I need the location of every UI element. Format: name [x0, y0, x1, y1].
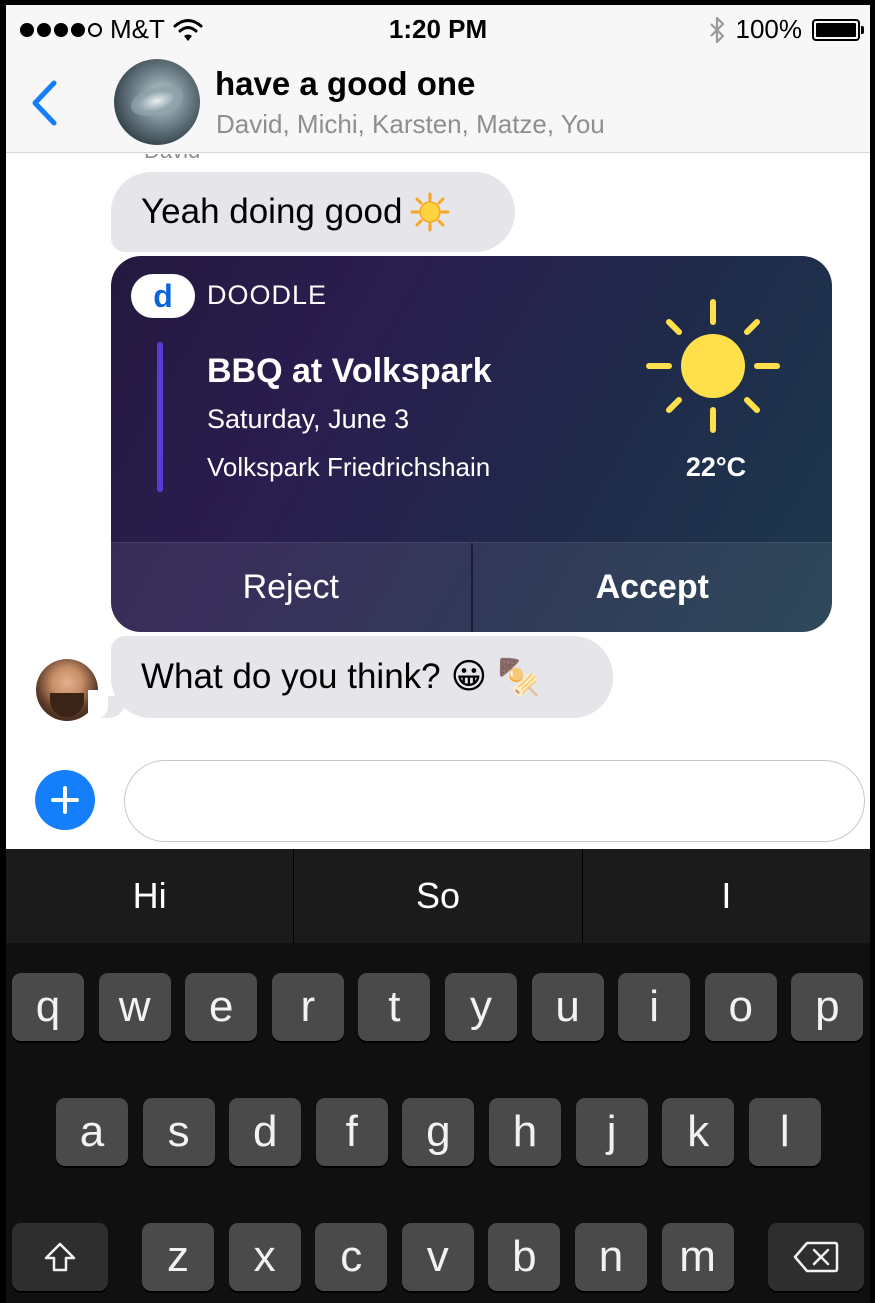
key-x[interactable]: x: [228, 1223, 301, 1291]
doodle-event-card[interactable]: d DOODLE BBQ at Volkspark Saturday, June…: [111, 256, 832, 632]
message-text: What do you think?: [141, 657, 441, 696]
grinning-emoji-icon: 😀: [450, 657, 488, 696]
key-r[interactable]: r: [271, 973, 344, 1041]
status-right: 100%: [708, 14, 864, 45]
suggestion[interactable]: So: [293, 849, 581, 943]
message-input[interactable]: [124, 760, 865, 842]
plus-icon: [51, 786, 79, 814]
key-j[interactable]: j: [575, 1098, 648, 1166]
key-o[interactable]: o: [704, 973, 777, 1041]
sunny-weather-icon: [646, 299, 780, 433]
key-a[interactable]: a: [56, 1098, 128, 1166]
conversation-title[interactable]: have a good one: [215, 65, 475, 103]
key-b[interactable]: b: [488, 1223, 561, 1291]
key-z[interactable]: z: [142, 1223, 214, 1291]
predictive-bar: Hi So I: [6, 849, 870, 943]
skewer-emoji-icon: 🍢: [497, 657, 541, 697]
key-c[interactable]: c: [315, 1223, 388, 1291]
conversation-members[interactable]: David, Michi, Karsten, Matze, You: [216, 109, 605, 140]
key-t[interactable]: t: [358, 973, 431, 1041]
delete-key[interactable]: [768, 1223, 864, 1291]
key-w[interactable]: w: [98, 973, 171, 1041]
key-l[interactable]: l: [748, 1098, 821, 1166]
key-f[interactable]: f: [315, 1098, 388, 1166]
event-location: Volkspark Friedrichshain: [207, 452, 491, 482]
chevron-left-icon: [32, 80, 57, 126]
battery-icon: [812, 18, 864, 41]
reject-button[interactable]: Reject: [111, 543, 471, 632]
event-accent-bar: [157, 342, 163, 492]
message-text: Yeah doing good: [141, 192, 403, 231]
accept-button[interactable]: Accept: [470, 543, 833, 632]
message-bubble[interactable]: What do you think? 😀 🍢: [111, 636, 613, 718]
card-actions: Reject Accept: [111, 542, 832, 632]
key-m[interactable]: m: [661, 1223, 734, 1291]
temperature: 22°C: [685, 452, 747, 482]
doodle-logo: d: [131, 274, 195, 318]
device-frame: M&T 1:20 PM 100% have a good one David, …: [0, 0, 875, 1303]
key-k[interactable]: k: [662, 1098, 735, 1166]
add-attachment-button[interactable]: [35, 770, 95, 830]
shift-icon: [44, 1242, 76, 1272]
battery-percent: 100%: [735, 14, 803, 44]
key-i[interactable]: i: [618, 973, 691, 1041]
key-d[interactable]: d: [229, 1098, 302, 1166]
key-g[interactable]: g: [402, 1098, 475, 1166]
status-bar: M&T 1:20 PM 100%: [6, 5, 870, 51]
group-avatar[interactable]: [114, 59, 200, 145]
message-list[interactable]: David Yeah doing good d DOODLE BBQ at Vo…: [6, 154, 870, 849]
back-button[interactable]: [24, 77, 64, 129]
key-u[interactable]: u: [531, 973, 604, 1041]
key-q[interactable]: q: [12, 973, 84, 1041]
key-e[interactable]: e: [185, 973, 258, 1041]
key-v[interactable]: v: [401, 1223, 474, 1291]
message-bubble[interactable]: Yeah doing good: [111, 172, 515, 252]
conversation-header: have a good one David, Michi, Karsten, M…: [6, 51, 870, 153]
key-y[interactable]: y: [445, 973, 517, 1041]
event-title: BBQ at Volkspark: [207, 352, 492, 390]
shift-key[interactable]: [12, 1223, 108, 1291]
key-p[interactable]: p: [791, 973, 864, 1041]
sun-emoji-icon: [410, 192, 450, 232]
event-date: Saturday, June 3: [207, 404, 410, 434]
bluetooth-icon: [709, 16, 724, 43]
key-s[interactable]: s: [142, 1098, 215, 1166]
composer: [6, 752, 870, 848]
suggestion[interactable]: I: [581, 849, 870, 943]
key-h[interactable]: h: [489, 1098, 561, 1166]
screen: M&T 1:20 PM 100% have a good one David, …: [6, 5, 870, 1303]
keyboard: Hi So I poiuytrewq lkjhgfdsa mnbvcxz: [6, 849, 870, 1303]
backspace-icon: [793, 1241, 839, 1273]
doodle-brand-label: DOODLE: [207, 280, 328, 310]
sender-name: David: [144, 154, 200, 164]
suggestion[interactable]: Hi: [6, 849, 293, 943]
key-n[interactable]: n: [575, 1223, 647, 1291]
